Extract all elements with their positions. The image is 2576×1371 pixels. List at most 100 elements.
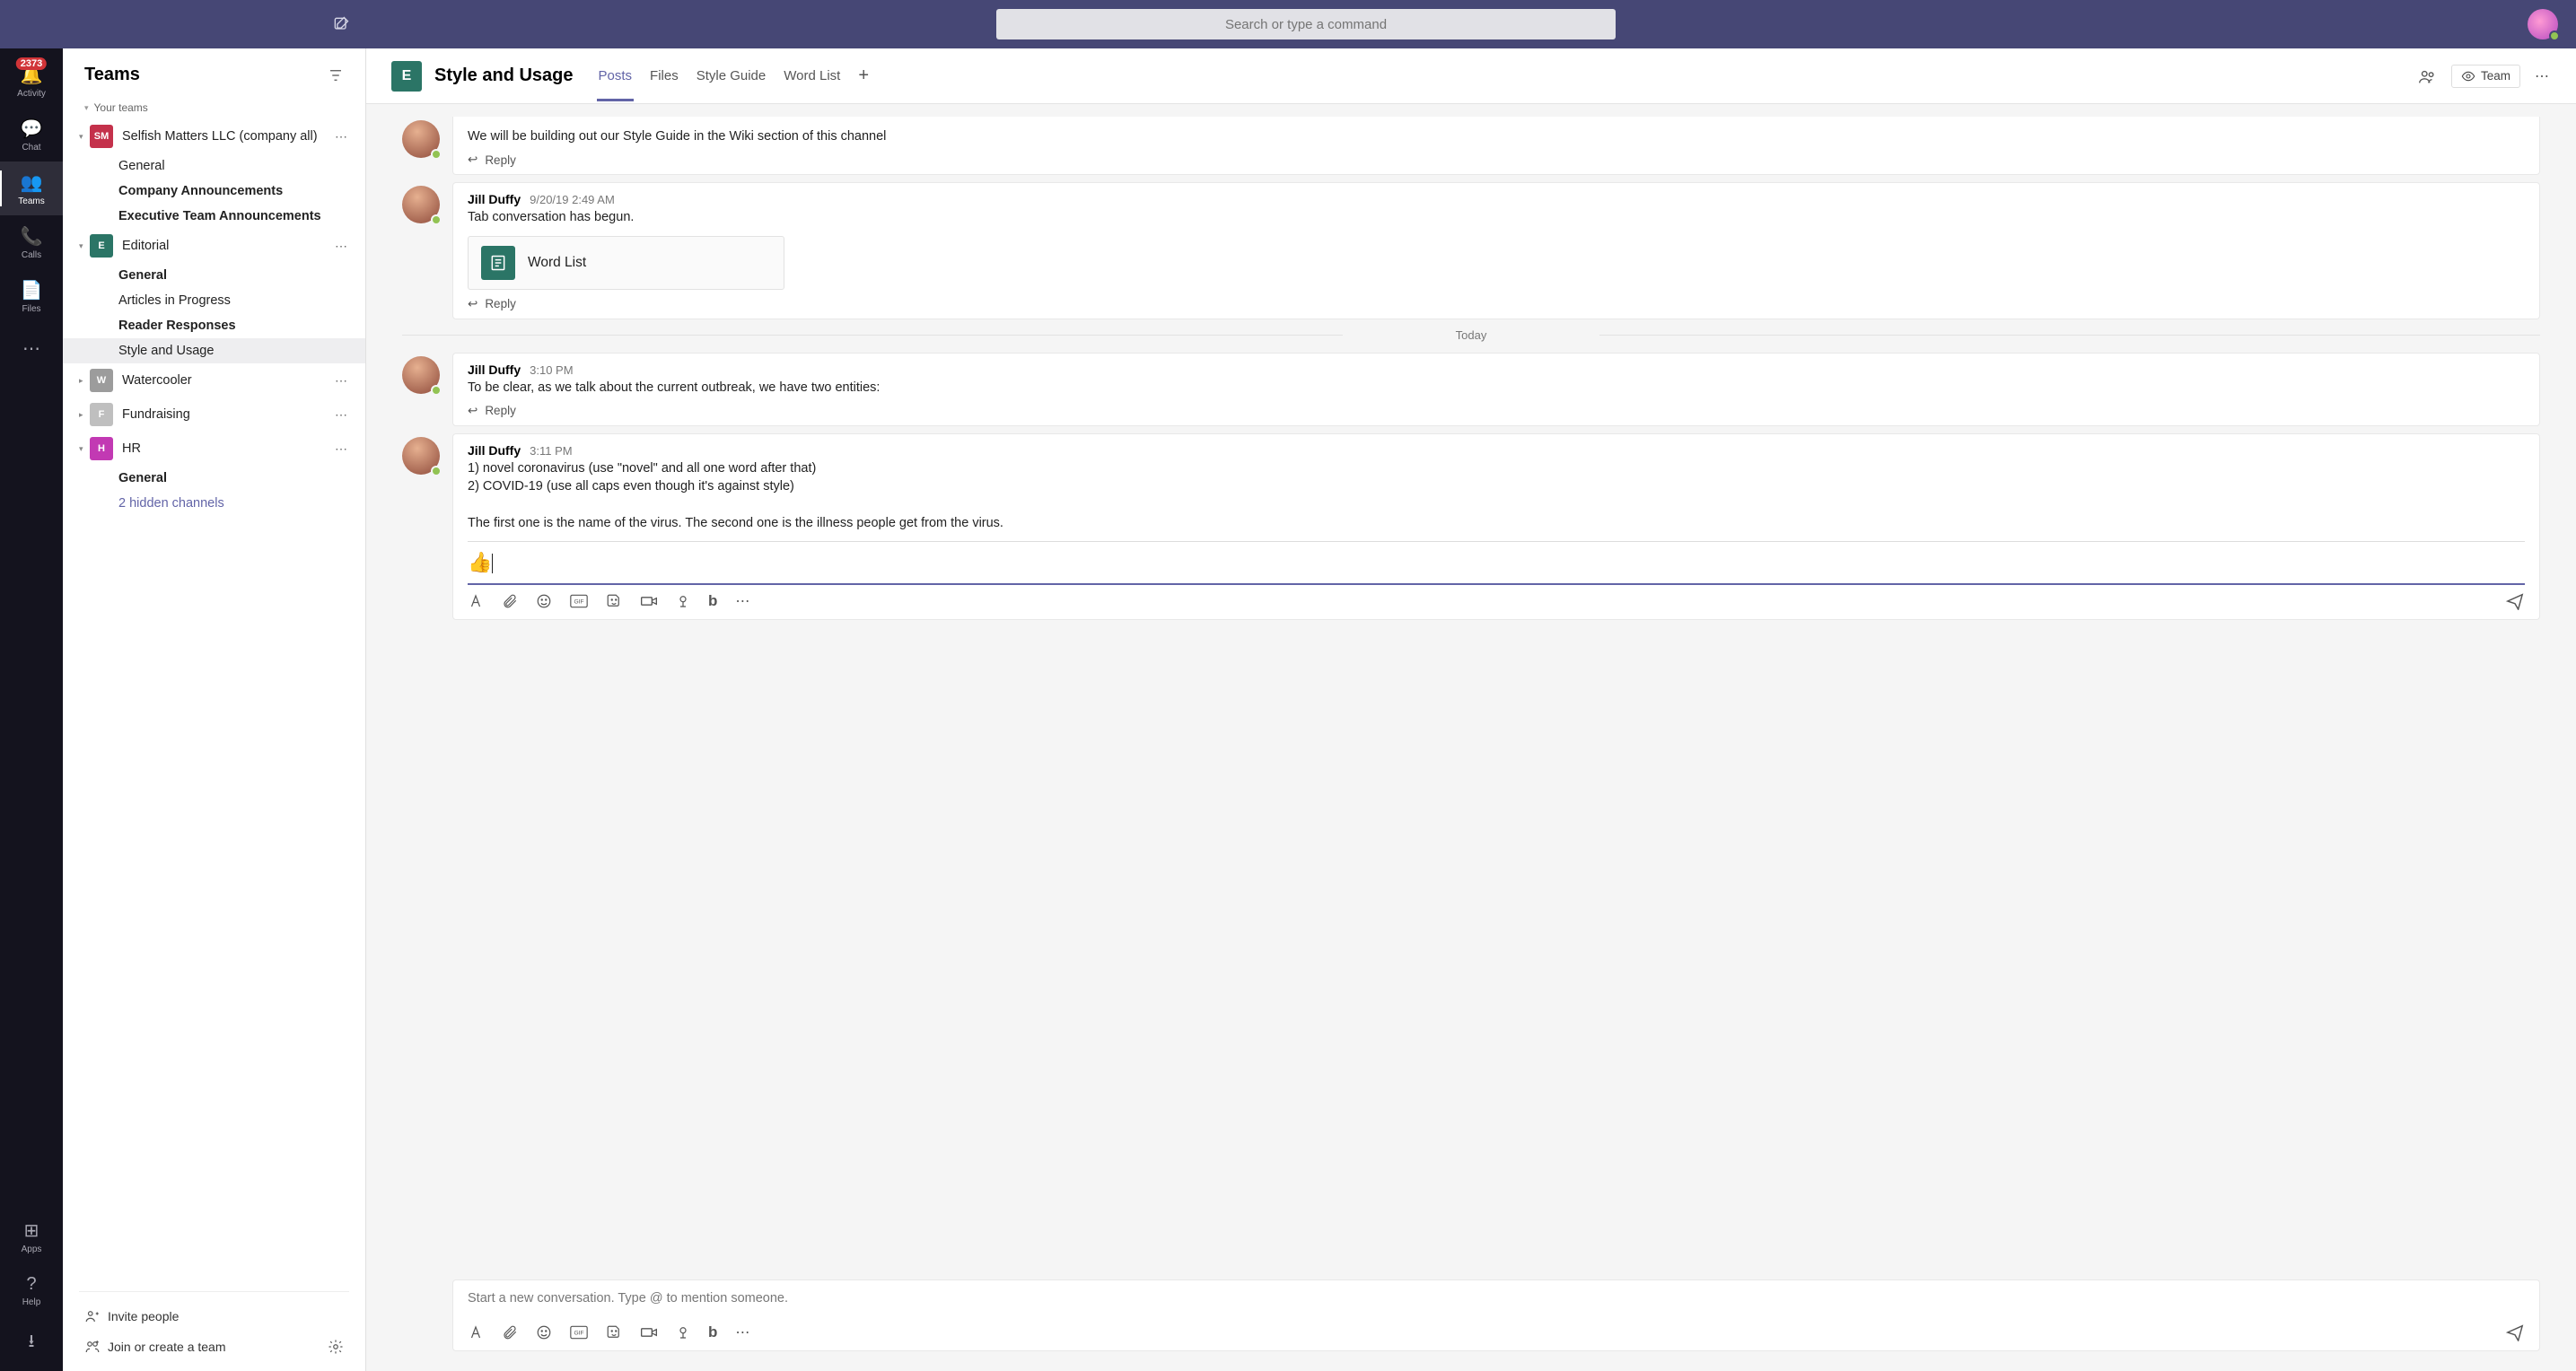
rail-apps[interactable]: ⊞ Apps: [0, 1209, 63, 1263]
more-icon: ⋯: [22, 337, 40, 360]
new-chat-button[interactable]: [323, 6, 359, 42]
message: Jill Duffy 9/20/19 2:49 AM Tab conversat…: [452, 182, 2540, 319]
team-tile: H: [90, 437, 113, 460]
team-row[interactable]: ▸FFundraising⋯: [63, 397, 365, 432]
attach-icon[interactable]: [502, 593, 518, 609]
rail-download[interactable]: ⭳: [0, 1317, 63, 1371]
team-row[interactable]: ▾EEditorial⋯: [63, 229, 365, 263]
sticker-icon[interactable]: [606, 593, 622, 609]
channel-title: Style and Usage: [434, 65, 574, 86]
people-icon[interactable]: [2417, 66, 2437, 86]
emoji-icon[interactable]: [536, 1324, 552, 1340]
toolbar-more-icon[interactable]: ⋯: [735, 1323, 749, 1341]
your-teams-label[interactable]: Your teams: [63, 96, 365, 119]
rail-files[interactable]: 📄 Files: [0, 269, 63, 323]
emoji-icon[interactable]: [536, 593, 552, 609]
filter-icon[interactable]: [328, 67, 344, 83]
day-divider: Today: [402, 328, 2540, 342]
message-author: Jill Duffy: [468, 443, 521, 458]
team-label: Selfish Matters LLC (company all): [122, 129, 329, 144]
bing-icon[interactable]: b: [708, 1323, 717, 1341]
channel-content: E Style and Usage PostsFilesStyle GuideW…: [366, 48, 2576, 1371]
team-visibility-pill[interactable]: Team: [2451, 65, 2520, 88]
profile-avatar[interactable]: [2528, 9, 2558, 39]
card-label: Word List: [528, 255, 586, 271]
toolbar-more-icon[interactable]: ⋯: [735, 592, 749, 610]
join-create-team[interactable]: Join or create a team: [84, 1339, 226, 1355]
rail-calls[interactable]: 📞 Calls: [0, 215, 63, 269]
avatar[interactable]: [402, 356, 440, 394]
reply-arrow-icon: ↩: [468, 297, 478, 311]
teams-panel-title: Teams: [84, 65, 328, 85]
send-icon[interactable]: [2505, 592, 2525, 610]
inline-compose[interactable]: 👍 GIF b ⋯: [468, 541, 2525, 610]
channel-tab[interactable]: Files: [641, 68, 688, 83]
message-with-compose: Jill Duffy 3:11 PM 1) novel coronavirus …: [452, 433, 2540, 620]
team-row[interactable]: ▾SMSelfish Matters LLC (company all)⋯: [63, 119, 365, 153]
channel-row[interactable]: Articles in Progress: [63, 288, 365, 313]
invite-people[interactable]: Invite people: [79, 1301, 349, 1332]
rail-activity[interactable]: 2373 🔔 Activity: [0, 54, 63, 108]
channel-row[interactable]: Executive Team Announcements: [63, 204, 365, 229]
gif-icon[interactable]: GIF: [570, 594, 588, 608]
team-tile: E: [90, 234, 113, 258]
channel-row[interactable]: 2 hidden channels: [63, 491, 365, 516]
team-more-icon[interactable]: ⋯: [329, 239, 355, 254]
meet-icon[interactable]: [640, 594, 658, 608]
team-label: HR: [122, 441, 329, 456]
rail-chat[interactable]: 💬 Chat: [0, 108, 63, 162]
new-conversation-compose[interactable]: Start a new conversation. Type @ to ment…: [452, 1279, 2540, 1351]
stream-icon[interactable]: [676, 593, 690, 609]
settings-icon[interactable]: [328, 1339, 344, 1355]
channel-row[interactable]: General: [63, 466, 365, 491]
channel-row[interactable]: Reader Responses: [63, 313, 365, 338]
avatar[interactable]: [402, 186, 440, 223]
message-text: To be clear, as we talk about the curren…: [468, 379, 2525, 397]
channel-more-icon[interactable]: ⋯: [2535, 67, 2551, 85]
avatar[interactable]: [402, 120, 440, 158]
reply-button[interactable]: ↩ Reply: [468, 404, 2525, 418]
channel-tab[interactable]: Style Guide: [688, 68, 775, 83]
teams-panel: Teams Your teams▾SMSelfish Matters LLC (…: [63, 48, 366, 1371]
format-icon[interactable]: [468, 593, 484, 609]
reply-arrow-icon: ↩: [468, 153, 478, 167]
team-more-icon[interactable]: ⋯: [329, 129, 355, 144]
title-bar: [0, 0, 2576, 48]
team-more-icon[interactable]: ⋯: [329, 407, 355, 423]
team-add-icon: [84, 1339, 108, 1355]
reply-button[interactable]: ↩ Reply: [468, 297, 2525, 311]
channel-row[interactable]: Style and Usage: [63, 338, 365, 363]
message-text: 1) novel coronavirus (use "novel" and al…: [468, 459, 2525, 532]
send-icon[interactable]: [2505, 1323, 2525, 1341]
search-input[interactable]: [996, 9, 1616, 39]
rail-help[interactable]: ? Help: [0, 1263, 63, 1317]
team-row[interactable]: ▾HHR⋯: [63, 432, 365, 466]
add-tab-button[interactable]: +: [849, 65, 878, 86]
channel-tab[interactable]: Posts: [590, 68, 642, 83]
meet-icon[interactable]: [640, 1325, 658, 1340]
rail-more[interactable]: ⋯: [0, 323, 63, 377]
tab-card[interactable]: Word List: [468, 236, 784, 290]
team-more-icon[interactable]: ⋯: [329, 441, 355, 457]
bing-icon[interactable]: b: [708, 592, 717, 610]
stream-icon[interactable]: [676, 1324, 690, 1340]
caret-icon: ▸: [79, 376, 90, 386]
attach-icon[interactable]: [502, 1324, 518, 1340]
format-icon[interactable]: [468, 1324, 484, 1340]
app-rail: 2373 🔔 Activity 💬 Chat 👥 Teams 📞 Calls 📄…: [0, 48, 63, 1371]
channel-row[interactable]: General: [63, 153, 365, 179]
channel-row[interactable]: General: [63, 263, 365, 288]
reply-button[interactable]: ↩ Reply: [468, 153, 2525, 167]
gif-icon[interactable]: GIF: [570, 1325, 588, 1340]
message-time: 9/20/19 2:49 AM: [530, 193, 615, 206]
message-author: Jill Duffy: [468, 192, 521, 206]
chat-icon: 💬: [21, 118, 43, 140]
team-row[interactable]: ▸WWatercooler⋯: [63, 363, 365, 397]
channel-tab[interactable]: Word List: [775, 68, 849, 83]
reply-arrow-icon: ↩: [468, 404, 478, 418]
rail-teams[interactable]: 👥 Teams: [0, 162, 63, 215]
team-more-icon[interactable]: ⋯: [329, 373, 355, 389]
channel-row[interactable]: Company Announcements: [63, 179, 365, 204]
avatar[interactable]: [402, 437, 440, 475]
sticker-icon[interactable]: [606, 1324, 622, 1340]
